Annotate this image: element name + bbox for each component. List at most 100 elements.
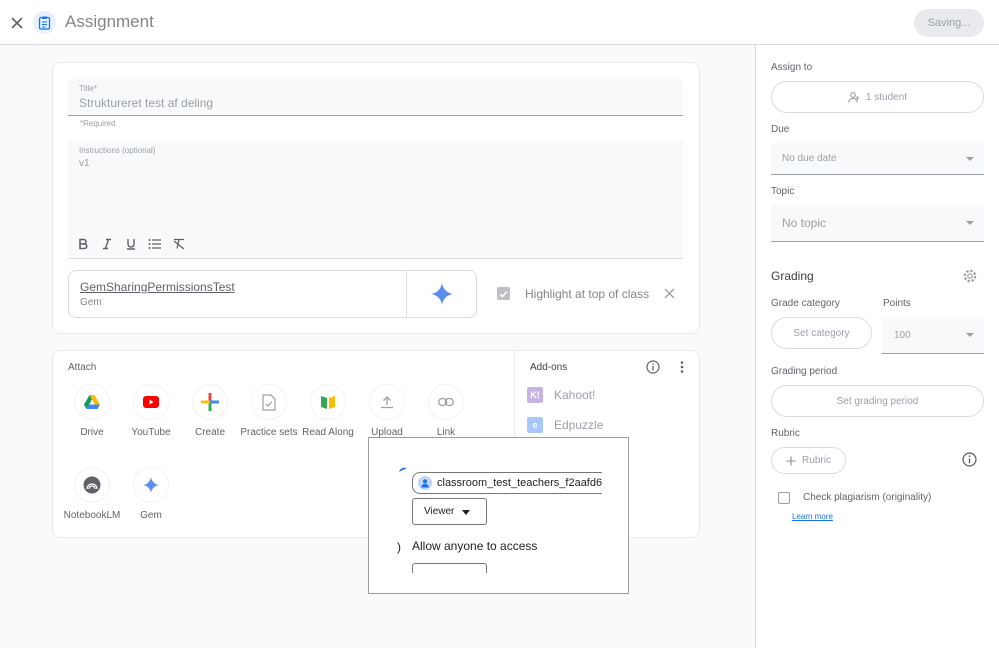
truncated-text: ) — [397, 540, 401, 554]
instructions-label: Instructions (optional) — [79, 146, 156, 155]
top-bar: Assignment Saving... — [0, 0, 999, 45]
attach-title: Attach — [68, 362, 97, 373]
role-select[interactable]: Viewer — [412, 498, 487, 525]
gem-attachment-card[interactable]: GemSharingPermissionsTest Gem — [68, 270, 477, 318]
due-value: No due date — [782, 153, 837, 164]
bulleted-list-button[interactable] — [146, 235, 163, 252]
grade-category-label: Grade category — [771, 298, 840, 309]
assignment-icon — [33, 11, 56, 34]
add-rubric-button[interactable]: Rubric — [771, 447, 846, 474]
kahoot-logo-icon: K! — [527, 387, 543, 403]
attach-label: Gem — [140, 510, 162, 521]
plagiarism-label: Check plagiarism (originality) — [803, 492, 932, 503]
points-label: Points — [883, 298, 911, 309]
close-button[interactable] — [6, 12, 28, 34]
info-icon[interactable] — [646, 360, 660, 374]
plagiarism-checkbox[interactable] — [778, 492, 790, 504]
title-field[interactable]: Title* Struktureret test af deling — [68, 79, 683, 116]
underline-icon — [126, 238, 135, 250]
set-category-label: Set category — [793, 327, 850, 339]
close-icon — [664, 288, 675, 299]
close-icon — [11, 17, 23, 29]
bulleted-list-icon — [148, 238, 161, 249]
allow-anyone-label: Allow anyone to access — [412, 539, 538, 553]
rubric-label: Rubric — [771, 428, 800, 439]
edpuzzle-logo-icon: e — [527, 417, 543, 433]
due-label: Due — [771, 124, 790, 135]
clear-formatting-button[interactable] — [170, 235, 187, 252]
more-vert-icon[interactable] — [676, 360, 688, 374]
gem-thumbnail — [406, 271, 477, 317]
loading-spinner-icon — [398, 466, 408, 475]
instructions-input[interactable]: v1 — [79, 158, 90, 169]
info-icon[interactable] — [962, 452, 977, 467]
addons-title: Add-ons — [530, 362, 568, 373]
bold-button[interactable] — [74, 235, 91, 252]
link-icon — [428, 384, 464, 420]
access-select[interactable] — [412, 563, 487, 573]
avatar — [418, 476, 432, 490]
dropdown-caret-icon — [966, 156, 974, 161]
topic-select[interactable]: No topic — [771, 205, 984, 242]
required-note: *Required — [80, 119, 116, 128]
recipient-chip[interactable]: classroom_test_teachers_f2aafd6... — [412, 472, 602, 494]
format-toolbar — [68, 229, 683, 258]
remove-attachment-button[interactable] — [663, 287, 676, 300]
highlight-checkbox[interactable] — [497, 287, 510, 300]
instructions-field[interactable]: Instructions (optional) v1 — [68, 141, 683, 259]
assign-to-value: 1 student — [865, 91, 908, 103]
set-grading-period-label: Set grading period — [836, 395, 919, 407]
italic-button[interactable] — [98, 235, 115, 252]
checkmark-icon — [499, 290, 508, 298]
gem-attachment-type: Gem — [80, 297, 102, 308]
add-rubric-label: Rubric — [802, 455, 831, 466]
sidebar-divider — [755, 45, 756, 648]
gem-sparkle-icon — [431, 283, 453, 305]
grading-period-label: Grading period — [771, 366, 838, 377]
set-grading-period-button[interactable]: Set grading period — [771, 385, 984, 417]
clear-formatting-icon — [173, 238, 184, 250]
role-select-value: Viewer — [424, 506, 455, 517]
attach-link-button[interactable]: Link — [411, 384, 481, 439]
practice-sets-icon — [251, 384, 287, 420]
plus-icon — [786, 456, 796, 465]
youtube-icon — [133, 384, 169, 420]
topic-label: Topic — [771, 186, 795, 197]
due-select[interactable]: No due date — [771, 143, 984, 175]
notebooklm-icon — [74, 467, 110, 503]
page-title: Assignment — [65, 12, 154, 31]
addon-kahoot[interactable]: K! Kahoot! — [527, 387, 595, 403]
points-value: 100 — [894, 329, 911, 341]
assign-to-label: Assign to — [771, 62, 813, 73]
recipient-email: classroom_test_teachers_f2aafd6... — [437, 477, 602, 489]
bold-icon — [78, 238, 87, 249]
dropdown-caret-icon — [966, 333, 974, 337]
points-select[interactable]: 100 — [882, 317, 984, 354]
grading-title: Grading — [771, 269, 814, 283]
gem-icon — [133, 467, 169, 503]
dropdown-caret-icon — [462, 510, 470, 515]
underline-button[interactable] — [122, 235, 139, 252]
saving-button[interactable]: Saving... — [914, 9, 984, 37]
upload-icon — [369, 384, 405, 420]
highlight-label: Highlight at top of class — [525, 287, 650, 301]
addon-label: Edpuzzle — [554, 418, 604, 432]
person-icon — [848, 91, 860, 103]
assign-to-button[interactable]: 1 student — [771, 81, 984, 113]
addon-label: Kahoot! — [554, 388, 596, 402]
share-permissions-dialog: classroom_test_teachers_f2aafd6... Viewe… — [368, 437, 629, 594]
title-input[interactable]: Struktureret test af deling — [79, 96, 213, 110]
italic-icon — [102, 238, 111, 249]
addon-edpuzzle[interactable]: e Edpuzzle — [527, 417, 603, 433]
gem-attachment-name[interactable]: GemSharingPermissionsTest — [80, 280, 235, 294]
set-category-button[interactable]: Set category — [771, 317, 872, 349]
topic-value: No topic — [782, 216, 827, 230]
gear-icon[interactable] — [962, 268, 978, 284]
title-label: Title* — [79, 84, 97, 93]
drive-icon — [74, 384, 110, 420]
plus-icon — [192, 384, 228, 420]
read-along-icon — [310, 384, 346, 420]
attach-gem-button[interactable]: Gem — [116, 467, 186, 522]
dropdown-caret-icon — [966, 221, 974, 225]
learn-more-link[interactable]: Learn more — [792, 512, 833, 521]
